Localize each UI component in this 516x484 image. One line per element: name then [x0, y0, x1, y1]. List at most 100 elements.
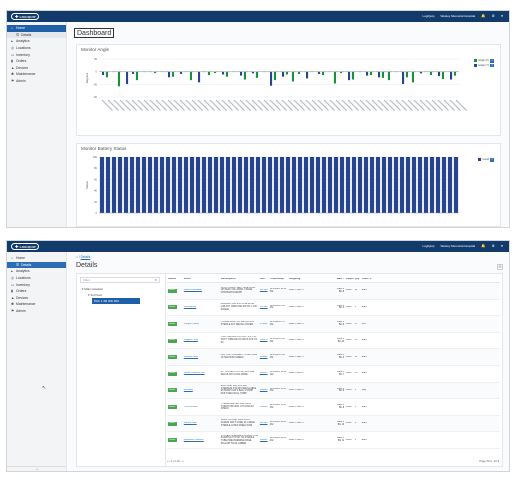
cell-text[interactable]: Sterilium Gels [184, 356, 198, 358]
sidebar-item-locations[interactable]: ◎ Locations [7, 45, 66, 52]
cell-text[interactable]: Lip Base [184, 389, 193, 391]
sidebar-item-locations[interactable]: ◎ Locations [7, 275, 66, 282]
table-row[interactable]: Active Sputer Collection Kit KIT COLLECTIO… [167, 366, 500, 383]
col-description[interactable]: Description [220, 278, 259, 281]
pagination-nav[interactable]: « ‹ 1 of 10 › » [167, 459, 184, 463]
bell-icon[interactable]: 🔔 [481, 244, 485, 248]
column-chooser-icon[interactable]: ⇕ [369, 278, 375, 281]
gear-icon[interactable]: ⚙ [492, 14, 495, 18]
table-row[interactable]: Active Lip Base BAG TANK MAI SOL BAL STERN… [167, 382, 500, 400]
panel-toggle-button[interactable]: ⊟ [497, 264, 503, 270]
col-qty[interactable]: Qty [354, 278, 361, 281]
checkbox-icon[interactable]: ✓ [490, 157, 494, 162]
cell-sku[interactable]: 183296 [259, 406, 269, 409]
sidebar-item-maintenance[interactable]: ✱ Maintenance [7, 71, 66, 78]
legend-item[interactable]: Angle (Y) ✓ [473, 63, 494, 68]
legend-item[interactable]: Good ✓ [478, 157, 494, 162]
breadcrumb-home-icon[interactable]: ⌂ [76, 255, 78, 259]
col-timestamp[interactable]: Timestamp [269, 278, 288, 281]
tree-node-selected[interactable]: PAC 1 3R WD 300 [92, 298, 140, 304]
cell-sku[interactable]: 189400 [259, 356, 269, 359]
sidebar-item-inventory[interactable]: ▭ Inventory [7, 281, 66, 288]
hospital-dropdown[interactable]: Wesley Memorial Hospital [440, 14, 475, 18]
cell-sku[interactable]: 145574 [259, 339, 269, 342]
cell-text[interactable]: 194231 [260, 372, 268, 374]
table-row[interactable]: Active Wound Care WRAP WOUND FILM PLUS SCR… [167, 415, 500, 433]
cell-text[interactable]: Wound Care [184, 422, 197, 424]
sidebar-item-analytics[interactable]: ▴ Analytics [7, 38, 66, 45]
col-units[interactable]: Units [361, 278, 369, 281]
col-status[interactable]: Status [167, 278, 183, 281]
sidebar-item-orders[interactable]: ▮ Orders [7, 288, 66, 295]
sidebar-item-inventory[interactable]: ▭ Inventory [7, 51, 66, 58]
sidebar-item-details[interactable]: ☰ Details [7, 261, 66, 269]
cell-sku[interactable]: 194231 [259, 372, 269, 375]
cell-item[interactable]: Wound Care [183, 422, 220, 425]
cell-text[interactable]: 189400 [260, 356, 268, 358]
chevron-down-icon[interactable]: ▾ [498, 459, 499, 463]
table-row[interactable]: Active Fungus Tissue TISSUE RACK NO FILTRA… [167, 316, 500, 333]
user-dropdown[interactable]: LogiQuip [422, 244, 434, 248]
sidebar-item-home[interactable]: ⌂ Home [7, 25, 66, 32]
hospital-dropdown[interactable]: Wesley Memorial Hospital [440, 244, 475, 248]
sidebar-item-admin[interactable]: ⚑ Admin [7, 308, 66, 315]
user-icon[interactable]: ● [501, 244, 503, 248]
cell-item[interactable]: Fungus Tissue [183, 323, 220, 326]
checkbox-icon[interactable]: ✓ [490, 63, 494, 68]
cell-sku[interactable]: 187588 [259, 306, 269, 309]
breadcrumb-details-link[interactable]: Details [81, 255, 91, 259]
cell-text[interactable]: 183296 [260, 406, 268, 408]
clear-filter-icon[interactable]: ✕ [154, 278, 157, 283]
cell-text[interactable]: 145574 [260, 339, 268, 341]
cell-item[interactable]: Specimen Collector [183, 439, 220, 442]
cell-text[interactable]: Cabin Chromador [184, 289, 202, 291]
cell-text[interactable]: Fungus Tissue [184, 323, 199, 325]
cell-text[interactable]: 179228 [260, 323, 268, 325]
sidebar-item-devices[interactable]: ▲ Devices [7, 65, 66, 72]
cell-item[interactable]: Sputer Collection Kit [183, 372, 220, 375]
sidebar-item-devices[interactable]: ▲ Devices [7, 295, 66, 302]
sidebar-item-admin[interactable]: ⚑ Admin [7, 78, 66, 85]
cell-item[interactable]: Ditol Aspirer [183, 306, 220, 309]
brand-logo[interactable]: ✚ LOGIQUIP [11, 13, 39, 20]
col-sku[interactable]: SKU [259, 278, 269, 281]
table-row[interactable]: Active Sterilium Gels FLIP HAP DISINFECT O… [167, 349, 500, 366]
cell-text[interactable]: Specimen Collector [184, 439, 204, 441]
table-row[interactable]: Active Ditol Aspirer MARKER SUB SIXL LINE … [167, 300, 500, 317]
cell-item[interactable]: Lip Base [183, 389, 220, 392]
sidebar-item-details[interactable]: ☰ Details [7, 31, 66, 39]
sidebar-item-home[interactable]: ⌂ Home [7, 255, 66, 262]
cell-sku[interactable]: 152648 [259, 389, 269, 392]
cell-text[interactable]: 188241 [260, 439, 268, 441]
gear-icon[interactable]: ⚙ [492, 244, 495, 248]
cell-item[interactable]: Thermometer [183, 406, 220, 409]
sidebar-item-analytics[interactable]: ▴ Analytics [7, 268, 66, 275]
col-items[interactable]: Items [183, 278, 220, 281]
table-row[interactable]: Active Specimen Collector SYSTEM SPECIMEN … [167, 432, 500, 449]
cell-text[interactable]: Sputer Collection Kit [184, 372, 205, 374]
cell-text[interactable]: Ditol Aspirer [184, 306, 196, 308]
cell-item[interactable]: Cabin Chromador [183, 289, 220, 292]
cell-text[interactable]: 187560 [260, 289, 268, 291]
user-icon[interactable]: ● [501, 14, 503, 18]
col-player[interactable]: Player [345, 278, 354, 281]
sidebar-item-orders[interactable]: ▮ Orders [7, 58, 66, 65]
sidebar-item-maintenance[interactable]: ✱ Maintenance [7, 301, 66, 308]
cell-text[interactable]: 187588 [260, 306, 268, 308]
cell-item[interactable]: Sterilium Gels [183, 356, 220, 359]
sidebar-collapse-button[interactable]: « [7, 466, 67, 471]
page-size-select[interactable]: 10 [494, 459, 497, 463]
cell-item[interactable]: Irrigation Tray [183, 339, 220, 342]
table-row[interactable]: Active Thermometer THERMOMETER SUB ORAL ST… [167, 399, 500, 416]
col-battery[interactable]: Batt... [335, 278, 345, 281]
user-dropdown[interactable]: LogiQuip [422, 14, 434, 18]
cell-text[interactable]: 152648 [260, 389, 268, 391]
col-shipping[interactable]: Shipping [288, 278, 335, 281]
cell-sku[interactable]: 188241 [259, 439, 269, 442]
cell-sku[interactable]: 187520 [259, 422, 269, 425]
cell-sku[interactable]: 179228 [259, 323, 269, 326]
brand-logo[interactable]: ✚ LOGIQUIP [11, 243, 39, 250]
table-row[interactable]: Active Cabin Chromador SHOOTHMINT LEFT SID… [167, 283, 500, 300]
bell-icon[interactable]: 🔔 [481, 14, 485, 18]
cell-sku[interactable]: 187560 [259, 289, 269, 292]
